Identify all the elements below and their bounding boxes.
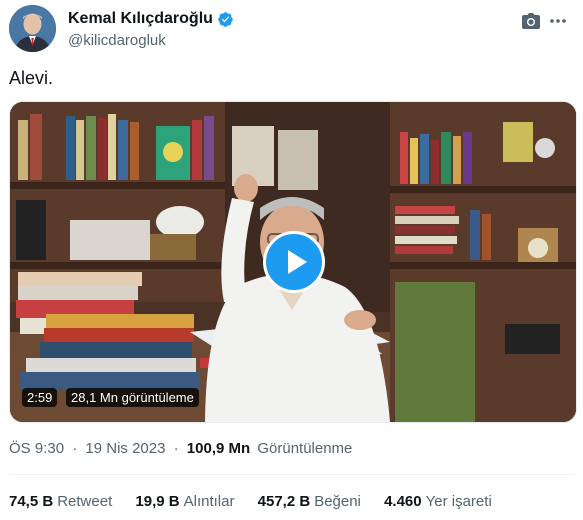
retweets-count: 74,5 B: [9, 493, 54, 510]
quotes-count: 19,9 B: [135, 493, 180, 510]
author-name-row: Kemal Kılıçdaroğlu: [68, 10, 234, 28]
views-count: 100,9 Mn: [186, 440, 251, 457]
play-icon: [288, 250, 307, 274]
retweets-label: Retweet: [57, 493, 113, 510]
retweets-stat[interactable]: 74,5 B Retweet: [9, 493, 112, 510]
meta-separator: ·: [72, 440, 78, 457]
play-button[interactable]: [263, 231, 325, 293]
engagement-stats: 74,5 B Retweet 19,9 B Alıntılar 457,2 B Beğ…: [9, 493, 511, 510]
likes-stat[interactable]: 457,2 B Beğeni: [258, 493, 361, 510]
bookmarks-stat[interactable]: 4.460 Yer işareti: [384, 493, 492, 510]
bookmarks-label: Yer işareti: [425, 493, 492, 510]
bookmarks-count: 4.460: [384, 493, 422, 510]
quotes-stat[interactable]: 19,9 B Alıntılar: [135, 493, 234, 510]
divider: [9, 474, 575, 475]
tweet-header: Kemal Kılıçdaroğlu @kilicdarogluk: [9, 5, 574, 57]
camera-icon[interactable]: [522, 13, 540, 29]
author-name[interactable]: Kemal Kılıçdaroğlu: [68, 10, 213, 28]
avatar[interactable]: [9, 5, 56, 52]
video-views: 28,1 Mn görüntüleme: [66, 388, 199, 407]
tweet-time[interactable]: ÖS 9:30: [9, 440, 64, 457]
likes-label: Beğeni: [314, 493, 361, 510]
author-handle[interactable]: @kilicdarogluk: [68, 32, 166, 49]
quotes-label: Alıntılar: [183, 493, 235, 510]
video-player[interactable]: 2:59 28,1 Mn görüntüleme: [9, 101, 577, 423]
tweet-metadata: ÖS 9:30 · 19 Nis 2023 · 100,9 Mn Görüntü…: [9, 440, 352, 457]
tweet-text: Alevi.: [9, 68, 54, 88]
meta-separator: ·: [173, 440, 179, 457]
likes-count: 457,2 B: [257, 493, 311, 510]
more-options-icon[interactable]: [548, 11, 568, 31]
video-duration: 2:59: [22, 388, 58, 407]
verified-badge-icon: [217, 11, 234, 28]
tweet-date[interactable]: 19 Nis 2023: [85, 440, 165, 457]
views-label: Görüntülenme: [257, 440, 353, 457]
